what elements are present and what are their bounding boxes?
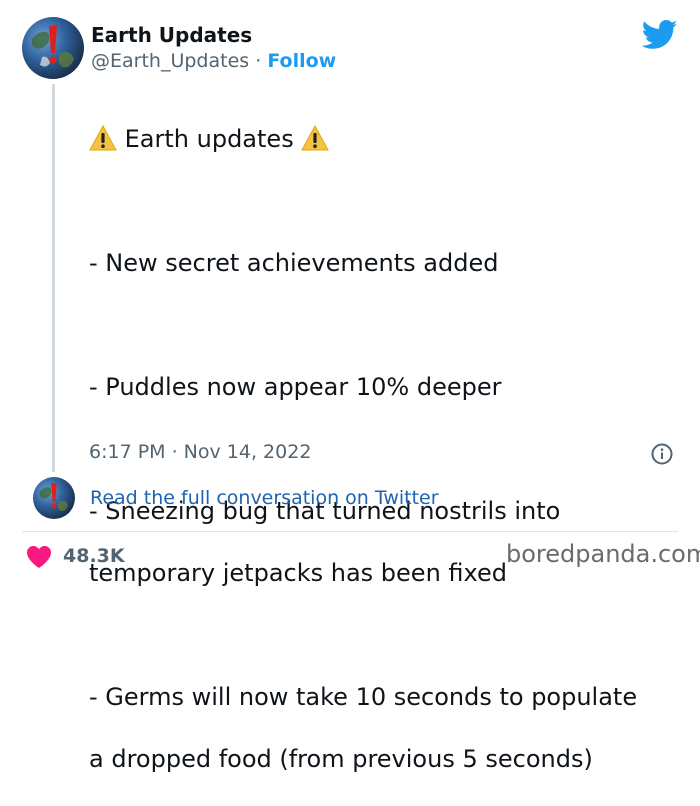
watermark: boredpanda.com	[506, 540, 700, 568]
likes-count[interactable]: 48.3K	[63, 545, 125, 567]
author-handle[interactable]: @Earth_Updates	[91, 50, 249, 72]
warning-icon	[301, 125, 330, 151]
info-icon[interactable]	[651, 443, 673, 465]
follow-button[interactable]: Follow	[267, 50, 336, 72]
thread-line	[52, 84, 55, 472]
tweet-line: - New secret achievements added	[89, 249, 499, 277]
tweet-timestamp[interactable]: 6:17 PM · Nov 14, 2022	[89, 441, 311, 463]
tweet-heading: Earth updates	[124, 125, 294, 153]
earth-avatar-icon	[39, 483, 69, 512]
earth-avatar-icon	[32, 26, 74, 68]
heart-icon[interactable]	[26, 545, 52, 569]
tweet-line: a dropped food (from previous 5 seconds)	[89, 745, 593, 773]
divider	[22, 531, 678, 532]
twitter-bird-icon[interactable]	[642, 20, 678, 50]
tweet-heading-line: Earth updates	[89, 124, 689, 155]
avatar-small[interactable]	[33, 477, 75, 519]
author-display-name[interactable]: Earth Updates	[91, 23, 252, 47]
tweet-line: - Puddles now appear 10% deeper	[89, 373, 502, 401]
tweet-line: - Germs will now take 10 seconds to popu…	[89, 683, 638, 711]
read-conversation-link[interactable]: Read the full conversation on Twitter	[90, 487, 439, 509]
author-handle-row: @Earth_Updates · Follow	[91, 50, 336, 72]
avatar[interactable]	[22, 17, 84, 79]
warning-icon	[89, 125, 117, 151]
separator-dot: ·	[255, 50, 262, 72]
